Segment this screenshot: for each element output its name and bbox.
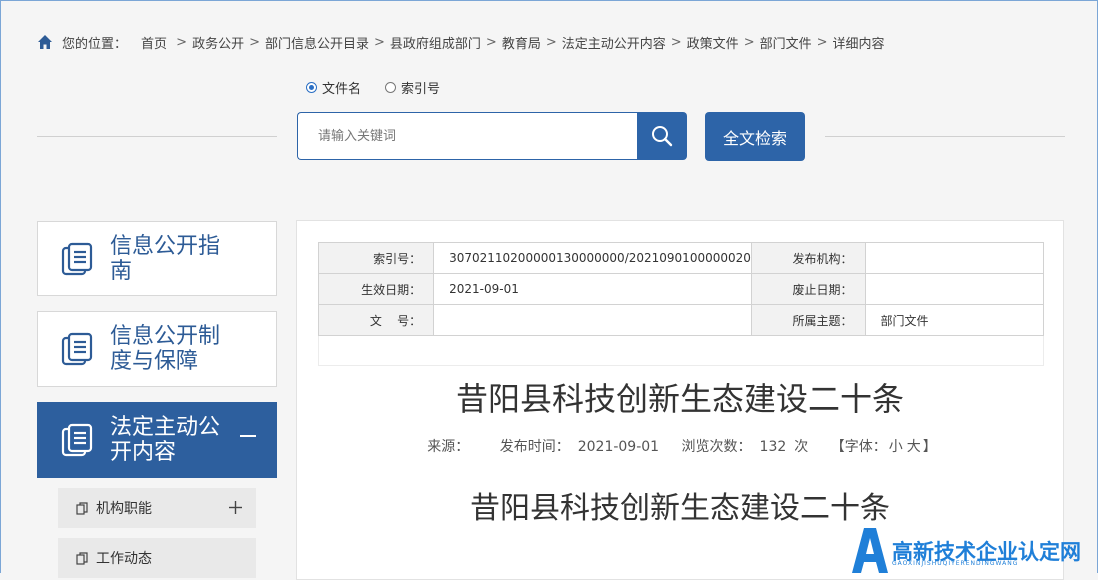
sidebar-item-label: 信息公开制度与保障: [110, 324, 221, 374]
article-subtitle: 昔阳县科技创新生态建设二十条: [470, 491, 890, 526]
breadcrumb-item-county-depts[interactable]: 县政府组成部门: [390, 33, 481, 52]
meta-key-publisher: 发布机构：: [750, 242, 866, 274]
breadcrumb-item-education-bureau[interactable]: 教育局: [502, 33, 541, 52]
expand-icon[interactable]: [229, 501, 242, 514]
table-row: 索引号： 30702110200000130000000/20210901000…: [317, 242, 1045, 274]
sidebar-subitem-work-news[interactable]: 工作动态: [58, 538, 256, 578]
document-icon: [61, 242, 93, 275]
meta-table-footer: [318, 336, 1044, 366]
breadcrumb-separator: >: [374, 34, 385, 50]
watermark-subtext: GAOXINJISHUQIYERENDINGWANG: [892, 560, 1019, 567]
breadcrumb-item-detail[interactable]: 详细内容: [833, 33, 885, 52]
meta-value-doc-number: [433, 304, 752, 336]
breadcrumb-item-gov-affairs[interactable]: 政务公开: [192, 33, 244, 52]
table-row: 生效日期： 2021-09-01 废止日期：: [317, 273, 1045, 305]
home-icon: [38, 35, 52, 49]
breadcrumb: 您的位置： 首页 > 政务公开 > 部门信息公开目录 > 县政府组成部门 > 教…: [37, 31, 885, 53]
search-input[interactable]: [298, 113, 618, 159]
table-row: 文 号： 所属主题： 部门文件: [317, 304, 1045, 336]
breadcrumb-item-statutory-content[interactable]: 法定主动公开内容: [562, 33, 666, 52]
publish-time-value: 2021-09-01: [577, 439, 660, 455]
radio-index-no-dot[interactable]: [385, 82, 397, 93]
breadcrumb-separator: >: [172, 34, 188, 50]
breadcrumb-prefix: 您的位置：: [62, 36, 128, 52]
sidebar-subitem-org-functions[interactable]: 机构职能: [58, 488, 256, 528]
sidebar-item-label: 信息公开指南: [110, 233, 221, 284]
font-size-large-button[interactable]: 大: [907, 439, 921, 455]
document-icon: [61, 423, 93, 457]
font-size-small-button[interactable]: 小: [889, 439, 903, 455]
views-unit: 次: [794, 439, 809, 455]
sidebar-item-statutory-content[interactable]: 法定主动公开内容: [37, 402, 277, 478]
breadcrumb-separator: >: [670, 34, 682, 50]
radio-filename-label: 文件名: [322, 82, 362, 97]
fulltext-search-button[interactable]: 全文检索: [705, 112, 805, 161]
radio-filename-dot[interactable]: [306, 82, 317, 93]
search-box: [297, 112, 637, 160]
search-icon: [652, 126, 673, 147]
sidebar-subitem-label: 工作动态: [96, 551, 152, 567]
watermark-logo-icon: [852, 528, 888, 573]
radio-filename[interactable]: 文件名: [306, 78, 361, 97]
breadcrumb-separator: >: [816, 34, 828, 50]
meta-value-index: 30702110200000130000000/2021090100000020: [433, 242, 752, 274]
breadcrumb-separator: >: [743, 34, 755, 50]
document-meta-table: 索引号： 30702110200000130000000/20210901000…: [317, 242, 1045, 336]
views-value: 132: [759, 439, 787, 455]
radio-index-no-label: 索引号: [401, 82, 441, 97]
document-icon: [61, 332, 93, 366]
meta-value-effective-date: 2021-09-01: [433, 273, 752, 305]
article-info-bar: 来源： 发布时间： 2021-09-01 浏览次数： 132 次 【字体：小大】: [297, 436, 1063, 456]
divider-left: [37, 136, 277, 137]
article-title: 昔阳县科技创新生态建设二十条: [455, 380, 904, 418]
breadcrumb-separator: >: [249, 34, 260, 50]
meta-key-expire-date: 废止日期：: [750, 273, 866, 305]
breadcrumb-separator: >: [545, 34, 557, 50]
font-size-label: 【字体：: [830, 439, 887, 455]
meta-value-topic: 部门文件: [864, 304, 1045, 336]
breadcrumb-item-dept-docs[interactable]: 部门文件: [760, 33, 812, 52]
radio-index-no[interactable]: 索引号: [385, 78, 440, 97]
breadcrumb-separator: >: [485, 34, 497, 50]
collapse-icon[interactable]: [240, 435, 256, 437]
meta-value-expire-date: [864, 273, 1045, 305]
divider-right: [825, 136, 1065, 137]
page-frame-left: [0, 0, 1, 573]
meta-key-index: 索引号：: [317, 242, 435, 274]
search-button[interactable]: [637, 112, 687, 160]
views-label: 浏览次数：: [681, 439, 752, 455]
document-small-icon: [76, 501, 88, 515]
source-label: 来源：: [427, 439, 470, 455]
font-size-close: 】: [922, 439, 937, 455]
sidebar-item-label: 法定主动公开内容: [110, 415, 221, 465]
sidebar-item-disclosure-guide[interactable]: 信息公开指南: [37, 221, 277, 296]
sidebar-subitem-label: 机构职能: [96, 501, 152, 517]
meta-key-doc-number: 文 号：: [317, 304, 435, 336]
sidebar-item-disclosure-system[interactable]: 信息公开制度与保障: [37, 311, 277, 387]
search-type-radios: 文件名 索引号: [306, 78, 464, 97]
meta-key-effective-date: 生效日期：: [317, 273, 435, 305]
breadcrumb-item-policy-docs[interactable]: 政策文件: [687, 33, 739, 52]
watermark: 高新技术企业认定网 GAOXINJISHUQIYERENDINGWANG: [850, 522, 1098, 573]
meta-key-topic: 所属主题：: [750, 304, 866, 336]
breadcrumb-item-home[interactable]: 首页: [141, 33, 167, 52]
page-frame-top: [0, 0, 1098, 1]
breadcrumb-item-dept-catalog[interactable]: 部门信息公开目录: [265, 33, 369, 52]
publish-time-label: 发布时间：: [499, 439, 570, 455]
document-small-icon: [76, 551, 88, 565]
meta-value-publisher: [864, 242, 1045, 274]
